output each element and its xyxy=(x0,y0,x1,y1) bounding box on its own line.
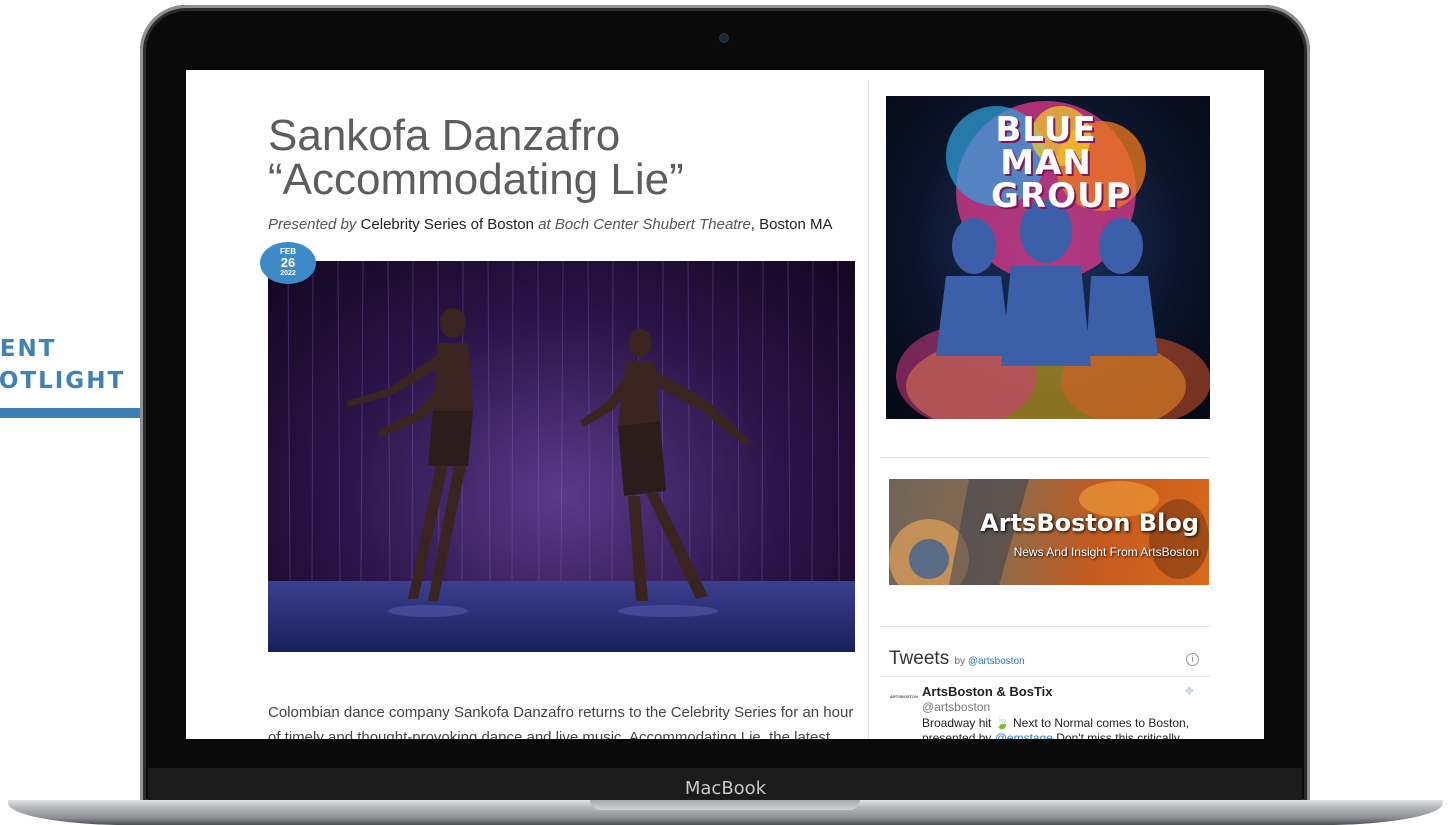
tweet-text: Broadway hit 🍃 Next to Normal comes to B… xyxy=(922,716,1202,739)
tweet-mention-link[interactable]: @emstage xyxy=(995,731,1053,739)
sidebar-divider xyxy=(880,626,1210,627)
laptop-brand: MacBook xyxy=(684,778,767,799)
laptop-notch xyxy=(590,800,860,810)
venue-link[interactable]: Boch Center Shubert Theatre xyxy=(555,216,751,233)
tweets-header: Tweets by @artsboston xyxy=(889,648,1211,670)
tweets-by-label: by xyxy=(954,656,966,667)
spotlight-line1: VENT xyxy=(0,336,57,362)
blog-title: ArtsBoston Blog xyxy=(980,509,1199,537)
tweets-handle-link[interactable]: @artsboston xyxy=(968,656,1025,667)
tweets-heading: Tweets xyxy=(889,648,950,669)
blog-subtitle: News And Insight From ArtsBoston xyxy=(1013,545,1199,559)
event-presenter-line: Presented by Celebrity Series of Boston … xyxy=(268,216,833,233)
camera-icon xyxy=(720,34,728,42)
column-divider xyxy=(868,80,869,739)
info-icon[interactable]: i xyxy=(1186,653,1199,666)
avatar[interactable]: ARTSBOSTON xyxy=(890,690,918,704)
sidebar-divider xyxy=(880,457,1210,458)
presenter-link[interactable]: Celebrity Series of Boston xyxy=(361,216,534,233)
event-photo[interactable] xyxy=(268,261,855,652)
event-title: Sankofa Danzafro “Accommodating Lie” xyxy=(268,111,684,204)
at-label: at xyxy=(538,216,551,233)
date-badge: FEB 26 2022 xyxy=(260,242,316,284)
artsboston-blog-banner[interactable]: ArtsBoston Blog News And Insight From Ar… xyxy=(889,479,1209,585)
date-year: 2022 xyxy=(280,270,296,277)
date-day: 26 xyxy=(280,255,296,270)
spotlight-line2: POTLIGHT xyxy=(0,368,126,394)
tweet-author[interactable]: ArtsBoston & BosTix xyxy=(922,684,1053,699)
event-city: , Boston MA xyxy=(750,216,833,233)
ad-logo: BLUE MAN GROUP xyxy=(991,110,1132,216)
tweet-divider xyxy=(880,676,1210,677)
twitter-bird-icon[interactable]: ❖ xyxy=(1184,684,1195,698)
tweet-handle[interactable]: @artsboston xyxy=(922,700,990,714)
browser-screen: Sankofa Danzafro “Accommodating Lie” Pre… xyxy=(186,70,1264,739)
blue-man-group-ad[interactable]: BLUE MAN GROUP xyxy=(886,96,1210,419)
event-spotlight-label: VENT POTLIGHT xyxy=(0,333,140,397)
event-description: Colombian dance company Sankofa Danzafro… xyxy=(268,704,854,739)
tweet-text-after: Don't miss this critically xyxy=(1052,731,1180,739)
presented-by-label: Presented by xyxy=(268,216,357,233)
